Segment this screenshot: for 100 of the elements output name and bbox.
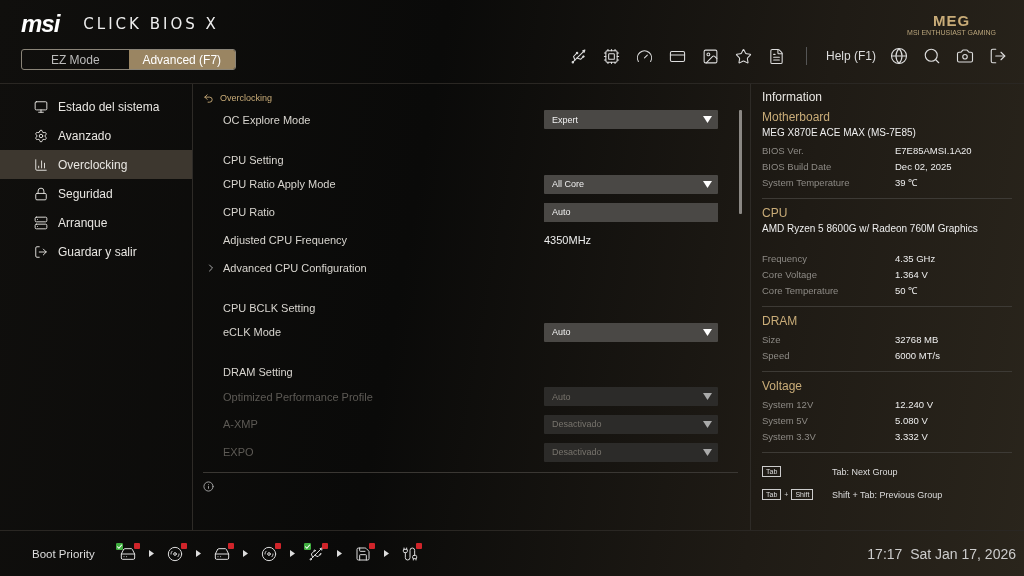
setting-label: Optimized Performance Profile	[223, 390, 373, 403]
gear-icon	[34, 128, 48, 143]
lock-icon	[34, 186, 48, 201]
info-value: 1.364 V	[895, 268, 929, 280]
back-icon	[203, 92, 214, 104]
section-title: Voltage	[762, 379, 804, 393]
language-button[interactable]	[889, 46, 909, 66]
sidebar-item[interactable]: Avanzado	[0, 121, 192, 150]
scrollbar[interactable]	[739, 110, 742, 214]
info-label: System 12V	[762, 398, 815, 410]
info-label: BIOS Build Date	[762, 160, 833, 172]
caret-icon	[703, 393, 712, 401]
info-value: Dec 02, 2025	[895, 160, 953, 172]
uefi-badge	[180, 542, 187, 549]
uefi-badge	[415, 542, 422, 549]
sidebar-item[interactable]: Arranque	[0, 208, 192, 237]
section-heading: DRAM Setting	[223, 366, 293, 379]
info-value: 32768 MB	[895, 333, 940, 345]
uefi-badge	[227, 542, 234, 549]
uefi-badge	[321, 542, 328, 549]
hint-text: Shift + Tab: Previous Group	[832, 489, 943, 500]
info-label: System 3.3V	[762, 430, 817, 442]
screenshot-button[interactable]	[955, 46, 975, 66]
product-title: CLICK BIOS X	[83, 15, 219, 33]
star-button[interactable]	[734, 46, 754, 66]
info-value: 5.080 V	[895, 414, 929, 426]
sidebar-item[interactable]: Overclocking	[0, 150, 192, 179]
section-title: DRAM	[762, 314, 799, 328]
info-label: Core Temperature	[762, 284, 840, 296]
info-label: System Temperature	[762, 176, 851, 188]
arrow-icon	[148, 550, 154, 557]
info-label: Core Voltage	[762, 268, 818, 280]
search-button[interactable]	[922, 46, 942, 66]
info-value: 3.332 V	[895, 430, 929, 442]
info-value: 6000 MT/s	[895, 349, 941, 361]
setting-label: CPU Ratio	[223, 206, 275, 219]
uefi-badge	[133, 542, 140, 549]
section-heading: CPU BCLK Setting	[223, 301, 316, 314]
uefi-badge	[274, 542, 281, 549]
input-field[interactable]: Auto	[544, 202, 718, 222]
setting-label: eCLK Mode	[223, 326, 282, 339]
sidebar-item[interactable]: Seguridad	[0, 179, 192, 208]
info-label: System 5V	[762, 414, 809, 426]
cable-icon	[401, 545, 418, 562]
section-title: Motherboard	[762, 110, 832, 124]
clock: 17:17 Sat Jan 17, 2026	[867, 545, 1016, 562]
caret-icon	[703, 116, 712, 124]
caret-icon	[703, 448, 712, 456]
setting-label: A-XMP	[223, 418, 258, 431]
info-label: BIOS Ver.	[762, 144, 805, 156]
info-icon	[203, 481, 214, 492]
boot-priority-label: Boot Priority	[32, 547, 95, 560]
panel-title: Information	[762, 90, 824, 104]
floppy-icon	[354, 545, 371, 562]
disc-icon	[260, 545, 277, 562]
info-label: Speed	[762, 349, 791, 361]
sidebar-item[interactable]: Guardar y salir	[0, 237, 192, 266]
caret-icon	[703, 421, 712, 428]
arrow-icon	[242, 550, 248, 557]
cpu-button[interactable]	[602, 46, 622, 66]
section-title: CPU	[762, 206, 789, 220]
dropdown[interactable]: Auto	[544, 322, 718, 342]
setting-label: Adjusted CPU Frequency	[223, 233, 348, 246]
hint-text: Tab: Next Group	[832, 466, 898, 477]
boot-device-button[interactable]	[305, 543, 326, 564]
setting-label: OC Explore Mode	[223, 113, 311, 126]
dropdown[interactable]: All Core	[544, 175, 718, 194]
setting-label: CPU Ratio Apply Mode	[223, 178, 336, 191]
device-name: AMD Ryzen 5 8600G w/ Radeon 760M Graphics	[762, 223, 979, 234]
arrow-icon	[195, 550, 201, 557]
exit-button[interactable]	[988, 46, 1008, 66]
hard-drive-icon	[213, 545, 230, 562]
sidebar-item[interactable]: Estado del sistema	[0, 92, 192, 121]
caret-icon	[703, 181, 712, 188]
image-button[interactable]	[701, 46, 721, 66]
arrow-icon	[383, 550, 389, 557]
setting-label: EXPO	[223, 446, 254, 459]
info-value: 12.240 V	[895, 398, 935, 410]
breadcrumb[interactable]: Overclocking	[220, 93, 273, 103]
hard-drive-icon	[119, 545, 136, 562]
info-value: 39 ℃	[895, 175, 919, 189]
logo: msi	[21, 10, 60, 38]
device-name: MEG X870E ACE MAX (MS-7E85)	[762, 127, 917, 138]
usb-icon	[307, 545, 324, 562]
section-heading: CPU Setting	[223, 154, 284, 167]
info-value: 50 ℃	[895, 283, 919, 297]
uefi-badge	[368, 542, 375, 549]
arrow-icon	[289, 550, 295, 557]
info-label: Frequency	[762, 252, 808, 264]
mode-tab[interactable]: Advanced (F7)	[128, 50, 235, 69]
monitor-icon	[34, 99, 48, 114]
setting-value: 4350MHz	[544, 233, 593, 246]
mode-tab[interactable]: EZ Mode	[22, 50, 129, 69]
info-value: E7E85AMSI.1A20	[895, 144, 973, 156]
submenu-link[interactable]: Advanced CPU Configuration	[223, 261, 367, 274]
bar-chart-icon	[34, 157, 48, 172]
dropdown[interactable]: Expert	[544, 110, 718, 130]
help-link[interactable]: Help (F1)	[826, 49, 876, 63]
exit-icon	[34, 244, 48, 259]
info-value: 4.35 GHz	[895, 252, 937, 264]
